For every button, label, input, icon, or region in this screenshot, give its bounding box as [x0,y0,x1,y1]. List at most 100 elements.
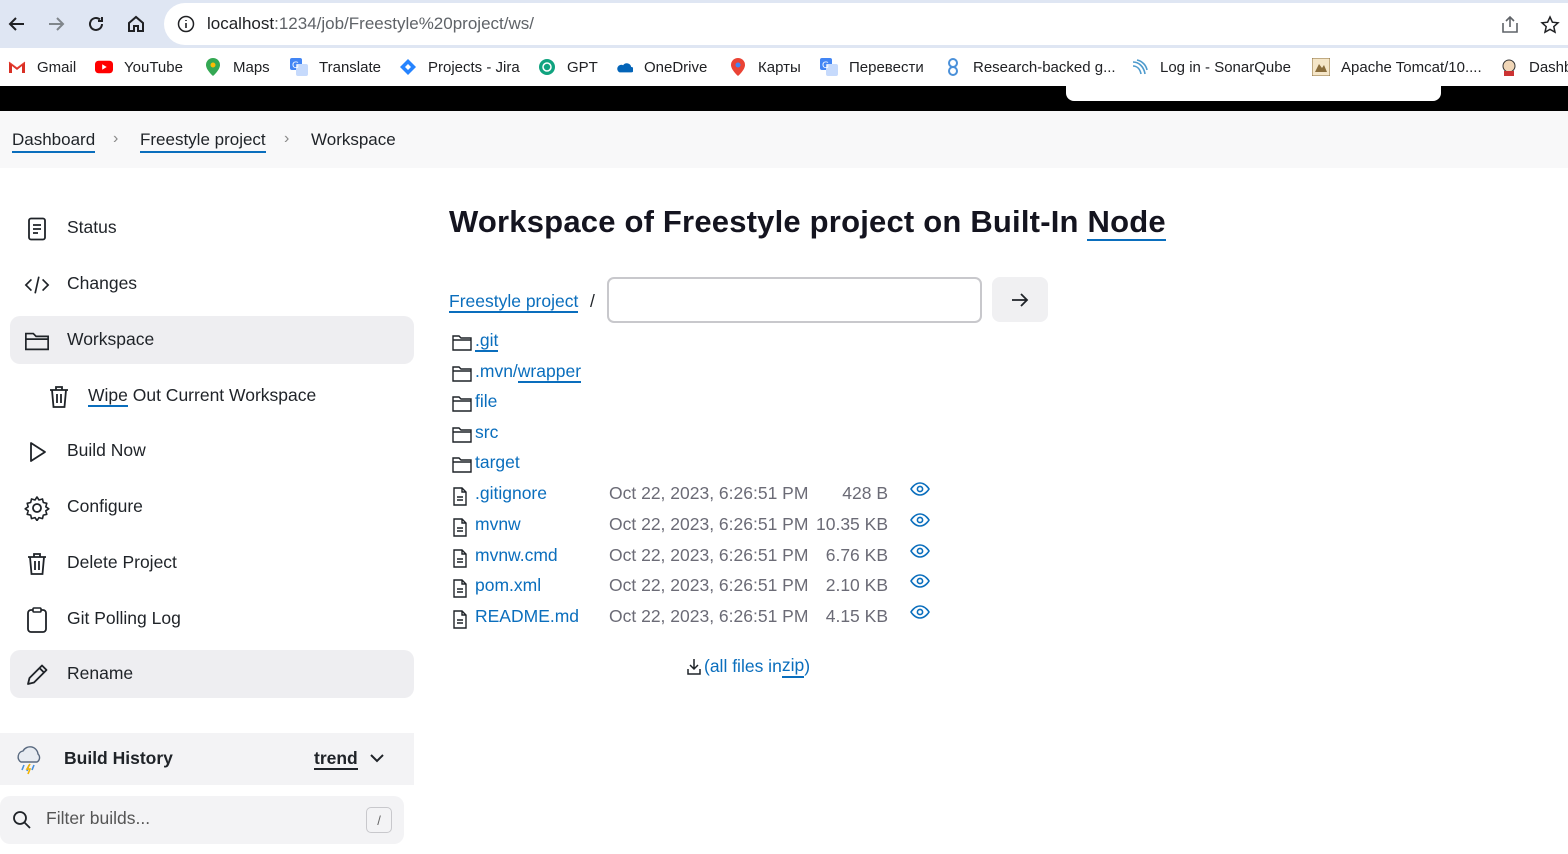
bookmark-karty[interactable]: Карты [729,56,801,78]
file-date: Oct 22, 2023, 6:26:51 PM [609,606,809,626]
folder-link[interactable]: file [475,391,497,412]
svg-text:G: G [292,61,299,71]
view-eye-icon[interactable] [910,543,930,564]
sidebar-item-label: Wipe Out Current Workspace [88,385,316,407]
folder-icon [452,456,472,478]
file-link[interactable]: .gitignore [475,483,547,504]
bookmark-research[interactable]: Research-backed g... [944,56,1116,78]
weather-icon [13,744,45,781]
bookmark-label: OneDrive [644,58,708,76]
workspace-root-link[interactable]: Freestyle project [449,291,579,313]
folder-subpath-link[interactable]: wrapper [517,361,582,383]
zip-open-text[interactable]: (all files in [704,656,782,677]
gpt-icon [538,58,556,76]
bookmark-gpt[interactable]: GPT [538,56,598,78]
sidebar-item-configure[interactable]: Configure [10,483,414,531]
bookmark-onedrive[interactable]: OneDrive [615,56,707,78]
breadcrumb-workspace: Workspace [311,130,396,149]
bookmark-label: Projects - Jira [428,58,520,76]
file-date: Oct 22, 2023, 6:26:51 PM [609,545,809,565]
bookmark-jira[interactable]: Projects - Jira [399,56,520,78]
view-eye-icon[interactable] [910,481,930,502]
trash-icon [24,551,50,577]
bookmark-translate[interactable]: G Translate [290,56,381,78]
folder-link[interactable]: target [475,452,520,473]
bookmark-label: Research-backed g... [973,58,1116,76]
home-icon [128,15,144,32]
built-in-node-link[interactable]: Node [1087,204,1166,241]
forward-button[interactable] [43,11,69,37]
bookmark-label: Dashb [1529,58,1568,76]
sidebar-item-status[interactable]: Status [10,204,414,252]
folder-link[interactable]: src [475,422,498,443]
view-eye-icon[interactable] [910,604,930,625]
file-row: mvnw.cmd Oct 22, 2023, 6:26:51 PM 6.76 K… [449,543,949,571]
home-button[interactable] [123,11,149,37]
view-eye-icon[interactable] [910,573,930,594]
translate-icon: G [820,58,838,76]
pencil-icon [24,662,50,688]
site-info-icon[interactable] [177,15,195,38]
bookmark-label: Apache Tomcat/10.... [1341,58,1482,76]
folder-row: .mvn/wrapper [449,359,949,387]
sidebar-item-changes[interactable]: Changes [10,260,414,308]
file-link[interactable]: mvnw.cmd [475,545,558,566]
sidebar-item-rename[interactable]: Rename [10,650,414,698]
bookmark-tomcat[interactable]: Apache Tomcat/10.... [1312,56,1482,78]
bookmark-star-icon[interactable] [1540,15,1560,40]
bookmark-perevesti[interactable]: G Перевести [820,56,924,78]
sidebar-item-workspace[interactable]: Workspace [10,316,414,364]
back-button[interactable] [4,11,30,37]
bookmark-sonarqube[interactable]: Log in - SonarQube [1131,56,1291,78]
bookmark-label: GPT [567,58,598,76]
bookmark-label: Перевести [849,58,924,76]
bookmark-label: Карты [758,58,801,76]
bookmark-youtube[interactable]: YouTube [95,56,183,78]
status-icon [24,216,50,242]
folder-icon [452,365,472,387]
folder-link[interactable]: .git [475,330,499,352]
file-size: 4.15 KB [825,606,888,626]
folder-name-prefix[interactable]: .mvn/ [475,361,518,381]
file-icon [452,487,468,511]
address-bar[interactable]: localhost:1234/job/Freestyle%20project/w… [164,3,1568,45]
bookmark-maps[interactable]: Maps [204,56,270,78]
sidebar-item-git-polling-log[interactable]: Git Polling Log [10,595,414,643]
chevron-down-icon[interactable] [369,751,385,769]
zip-link[interactable]: zip [781,655,805,678]
breadcrumb-separator-icon: › [284,130,290,147]
breadcrumb-dashboard[interactable]: Dashboard [12,130,96,153]
filter-builds-input[interactable] [46,808,346,829]
file-link[interactable]: mvnw [475,514,521,535]
folder-link[interactable]: .mvn/wrapper [475,361,582,383]
path-input[interactable] [607,277,982,323]
file-size: 10.35 KB [816,514,888,534]
jira-icon [399,58,417,76]
go-button[interactable] [992,277,1048,322]
file-link[interactable]: pom.xml [475,575,541,596]
sidebar-item-delete-project[interactable]: Delete Project [10,539,414,587]
folder-icon [452,426,472,448]
bookmark-gmail[interactable]: Gmail [8,56,76,78]
view-eye-icon[interactable] [910,512,930,533]
download-icon[interactable] [686,658,702,676]
sidebar-item-label: Delete Project [67,552,177,572]
path-separator: / [590,291,595,311]
bookmark-label: Maps [233,58,270,76]
bookmark-dashboard[interactable]: Dashb [1500,56,1568,78]
trend-link[interactable]: trend [314,748,358,770]
url-text[interactable]: localhost:1234/job/Freestyle%20project/w… [207,14,534,34]
zip-close-text[interactable]: ) [804,656,810,677]
bookmark-label: Translate [319,58,381,76]
file-link[interactable]: README.md [475,606,579,627]
sidebar-item-build-now[interactable]: Build Now [10,427,414,475]
sidebar-item-label: Changes [67,273,138,293]
sidebar-item-wipe-out-workspace[interactable]: Wipe Out Current Workspace [10,372,414,420]
folder-name[interactable]: .git [475,330,499,352]
reload-button[interactable] [83,11,109,37]
file-icon [452,579,468,603]
breadcrumb-freestyle-project[interactable]: Freestyle project [140,130,266,153]
url-path: :1234/job/Freestyle%20project/ws/ [274,14,534,33]
header-search-box[interactable] [1066,86,1441,101]
share-icon[interactable] [1500,15,1520,40]
